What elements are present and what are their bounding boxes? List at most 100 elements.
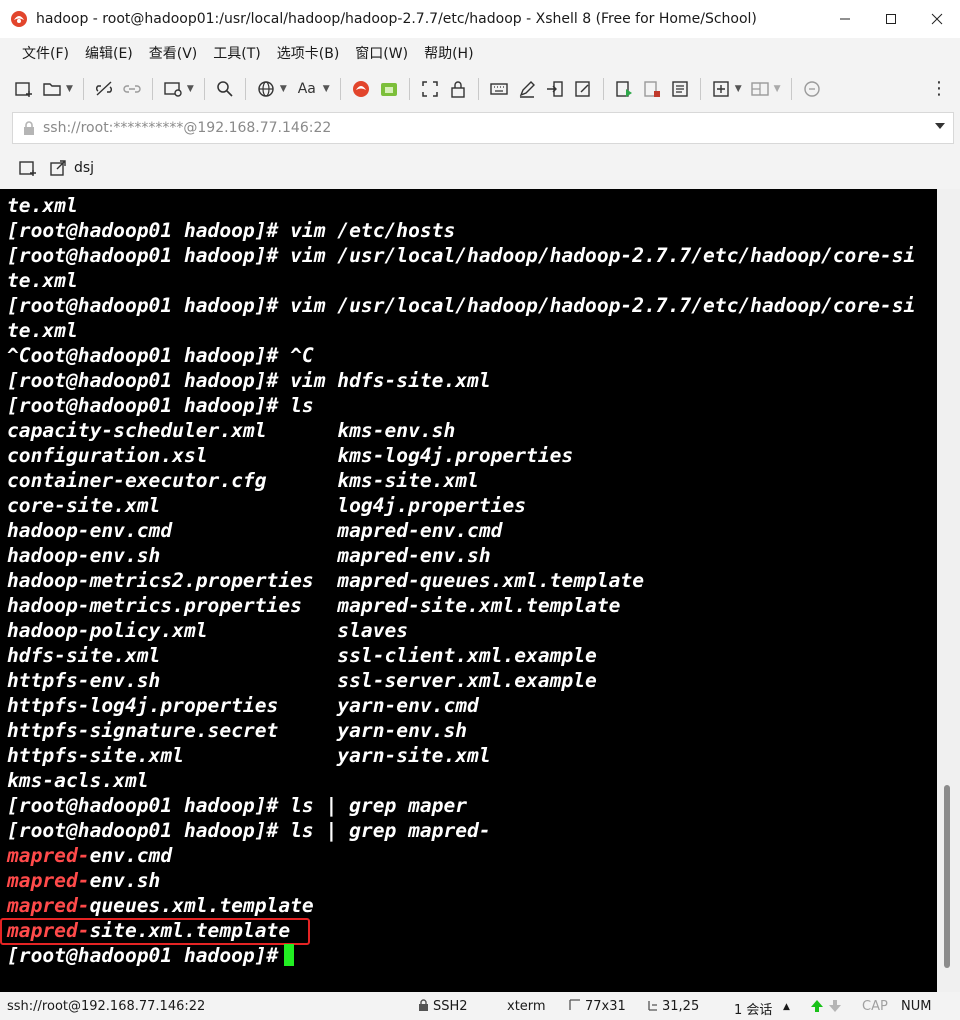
menu-edit[interactable]: 编辑(E) [77, 43, 141, 63]
minimize-button[interactable] [822, 0, 868, 38]
terminal-line: [root@hadoop01 hadoop]# vim hdfs-site.xm… [7, 369, 491, 392]
open-folder-button[interactable] [40, 77, 64, 101]
chevron-down-icon[interactable]: ▼ [323, 84, 330, 94]
menu-file[interactable]: 文件(F) [14, 43, 77, 63]
maximize-button[interactable] [868, 0, 914, 38]
fullscreen-icon [421, 81, 438, 97]
terminal-line: [root@hadoop01 hadoop]# vim /usr/local/h… [7, 294, 916, 317]
reconnect-button[interactable] [120, 77, 144, 101]
terminal-line: hadoop-env.cmd mapred-env.cmd [7, 519, 503, 542]
terminal-line: hadoop-metrics.properties mapred-site.xm… [7, 594, 621, 617]
font-icon: Aa [297, 81, 316, 97]
download-arrow-icon [828, 999, 842, 1017]
terminal-line: core-site.xml log4j.properties [7, 494, 527, 517]
annotation-highlight-box [0, 918, 310, 945]
new-session-button[interactable] [12, 77, 36, 101]
terminal-line: [root@hadoop01 hadoop]# ls | grep maper [7, 794, 468, 817]
pen-icon [519, 81, 535, 98]
terminal-pane[interactable]: te.xml [root@hadoop01 hadoop]# vim /etc/… [0, 189, 937, 992]
script-run-button[interactable] [612, 77, 636, 101]
keyboard-button[interactable] [487, 77, 511, 101]
terminal-line: httpfs-log4j.properties yarn-env.cmd [7, 694, 479, 717]
terminal-line: ^Coot@hadoop01 hadoop]# ^C [7, 344, 314, 367]
chat-button[interactable] [800, 77, 824, 101]
keyboard-icon [489, 83, 508, 95]
terminal-line: [root@hadoop01 hadoop]# vim /etc/hosts [7, 219, 456, 242]
chat-icon [803, 81, 820, 97]
status-cursor-position: 31,25 [662, 999, 700, 1014]
terminal-line: te.xml [7, 319, 78, 342]
script-stop-icon [643, 81, 660, 97]
chevron-down-icon[interactable]: ▼ [66, 84, 73, 94]
grep-match-rest: queues.xml.template [89, 894, 314, 917]
session-link-dsj[interactable]: dsj [74, 160, 94, 176]
layout-button[interactable] [748, 77, 772, 101]
lock-button[interactable] [446, 77, 470, 101]
more-options-icon[interactable]: ⋮ [930, 78, 948, 99]
minimize-icon [840, 18, 850, 20]
chevron-down-icon[interactable]: ▼ [735, 84, 742, 94]
terminal-scrollbar[interactable] [937, 189, 960, 992]
maximize-icon [886, 14, 896, 24]
session-properties-button[interactable] [161, 77, 185, 101]
menu-view[interactable]: 查看(V) [141, 43, 206, 63]
scrollbar-thumb[interactable] [944, 785, 950, 968]
external-link-icon[interactable] [48, 158, 68, 178]
address-dropdown-icon[interactable] [935, 123, 945, 129]
terminal-line: te.xml [7, 194, 78, 217]
window-title: hadoop - root@hadoop01:/usr/local/hadoop… [36, 11, 757, 27]
chevron-down-icon[interactable]: ▼ [774, 84, 781, 94]
toolbar-separator [203, 78, 205, 100]
menu-window[interactable]: 窗口(W) [347, 43, 416, 63]
menu-bar: 文件(F) 编辑(E) 查看(V) 工具(T) 选项卡(B) 窗口(W) 帮助(… [0, 38, 960, 68]
toolbar-separator [82, 78, 84, 100]
address-input[interactable]: ssh://root:**********@192.168.77.146:22 [43, 120, 331, 136]
status-sessions[interactable]: 1 会话 [734, 999, 772, 1018]
toolbar-separator [602, 78, 604, 100]
chevron-down-icon[interactable]: ▼ [280, 84, 287, 94]
menu-tools[interactable]: 工具(T) [205, 43, 268, 63]
xshell-button[interactable] [349, 77, 373, 101]
terminal-line: [root@hadoop01 hadoop]# vim /usr/local/h… [7, 244, 916, 267]
fullscreen-button[interactable] [418, 77, 442, 101]
new-session-icon [15, 82, 32, 97]
terminal-line: [root@hadoop01 hadoop]# ls [7, 394, 314, 417]
session-manager-icon[interactable] [18, 158, 38, 178]
toolbar-separator [408, 78, 410, 100]
grep-result-line: mapred-env.sh [7, 868, 160, 893]
compose-button[interactable] [571, 77, 595, 101]
new-tab-button[interactable] [709, 77, 733, 101]
send-button[interactable] [543, 77, 567, 101]
terminal-line: httpfs-env.sh ssl-server.xml.example [7, 669, 597, 692]
grep-match-highlight: mapred- [7, 844, 90, 867]
highlight-button[interactable] [515, 77, 539, 101]
toolbar-separator [151, 78, 153, 100]
menu-tabs[interactable]: 选项卡(B) [269, 43, 348, 63]
status-num-lock: NUM [901, 999, 932, 1014]
compose-icon [574, 81, 590, 97]
toolbar-separator [699, 78, 701, 100]
address-bar[interactable]: ssh://root:**********@192.168.77.146:22 [12, 112, 954, 144]
font-button[interactable]: Aa [293, 77, 321, 101]
find-button[interactable] [213, 77, 237, 101]
chevron-down-icon[interactable]: ▼ [187, 84, 194, 94]
layout-icon [750, 82, 769, 96]
menu-help[interactable]: 帮助(H) [416, 43, 481, 63]
close-button[interactable] [914, 0, 960, 38]
toolbar: ▼ ▼ ▼ Aa ▼ ▼ ▼ ⋮ [0, 70, 960, 108]
grep-match-highlight: mapred- [7, 869, 90, 892]
toolbar-separator [339, 78, 341, 100]
xftp-button[interactable] [377, 77, 401, 101]
terminal-line: capacity-scheduler.xml kms-env.sh [7, 419, 456, 442]
grep-match-highlight: mapred- [7, 894, 90, 917]
session-bar: dsj [0, 150, 960, 186]
script-stop-button[interactable] [640, 77, 664, 101]
terminal-line: hadoop-env.sh mapred-env.sh [7, 544, 491, 567]
encoding-button[interactable] [254, 77, 278, 101]
log-button[interactable] [668, 77, 692, 101]
grep-result-line: mapred-env.cmd [7, 843, 172, 868]
upload-arrow-icon [810, 999, 824, 1017]
disconnect-button[interactable] [92, 77, 116, 101]
toolbar-separator [477, 78, 479, 100]
sessions-chevron-up-icon[interactable]: ▲ [783, 1002, 790, 1012]
